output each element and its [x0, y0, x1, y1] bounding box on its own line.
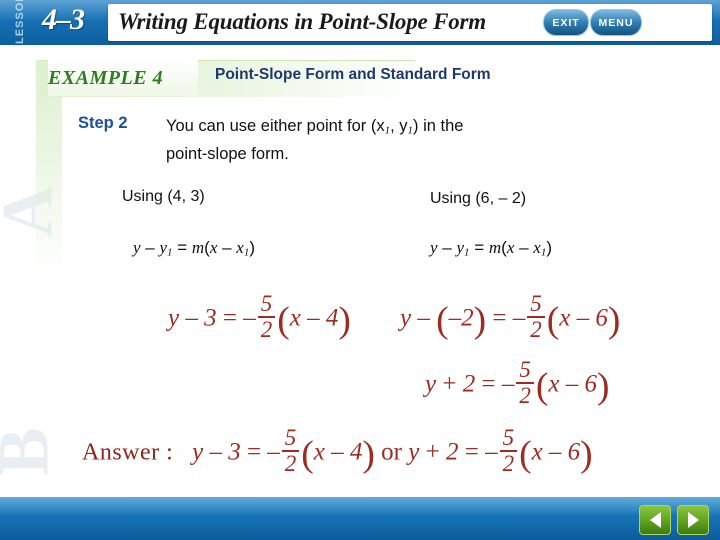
equation-right-2: y + 2 = –5 2 (x – 6): [425, 357, 610, 409]
example-title: Point-Slope Form and Standard Form: [215, 66, 491, 83]
slide: LESSON 4–3 Writing Equations in Point-Sl…: [0, 0, 720, 540]
footer-sheen: [0, 497, 720, 515]
answer-label: Answer :: [82, 439, 174, 466]
lesson-label: LESSON: [14, 0, 26, 44]
menu-button[interactable]: MENU: [590, 9, 642, 36]
fraction-right-2: 52: [516, 357, 534, 408]
triangle-left-icon: [649, 512, 661, 528]
step-text-part1: You can use either point for (x: [166, 117, 385, 135]
exit-button[interactable]: EXIT: [543, 9, 589, 36]
equation-right-1: y – (–2) = –5 2 (x – 6): [400, 291, 621, 343]
fraction-answer-1: 52: [281, 425, 300, 476]
fraction-right-1: 52: [527, 291, 545, 342]
slide-footer: [0, 497, 720, 540]
lesson-number: 4–3: [42, 3, 85, 36]
answer-line: Answer : y – 3 = –5 2 (x – 4) or y + 2 = –…: [82, 425, 593, 477]
fraction-answer-2: 52: [499, 425, 518, 476]
equation-left-1: y – 3 = –5 2 (x – 4): [168, 291, 351, 343]
decorative-letter-b: B: [0, 427, 66, 475]
triangle-right-icon: [687, 512, 699, 528]
point-slope-template-left: y – y1 = m(x – x1): [133, 238, 255, 259]
point-slope-template-right: y – y1 = m(x – x1): [430, 238, 552, 259]
step-text: You can use either point for (x1, y1) in…: [166, 114, 658, 166]
step-text-end: ) in the: [413, 117, 464, 135]
previous-slide-button[interactable]: [639, 505, 671, 535]
using-point-right: Using (6, – 2): [430, 190, 527, 207]
fraction-left-1: 52: [257, 291, 276, 342]
step-row: Step 2 You can use either point for (x1,…: [78, 114, 658, 166]
page-title: Writing Equations in Point-Slope Form: [118, 9, 486, 34]
step-text-mid: , y: [390, 117, 408, 135]
step-label: Step 2: [78, 114, 128, 132]
step-text-line2: point-slope form.: [166, 145, 289, 164]
example-badge-label: EXAMPLE 4: [48, 66, 164, 89]
next-slide-button[interactable]: [677, 505, 709, 535]
answer-or: or: [381, 438, 402, 466]
using-point-left: Using (4, 3): [122, 188, 205, 205]
example-badge: EXAMPLE 4: [48, 60, 198, 96]
